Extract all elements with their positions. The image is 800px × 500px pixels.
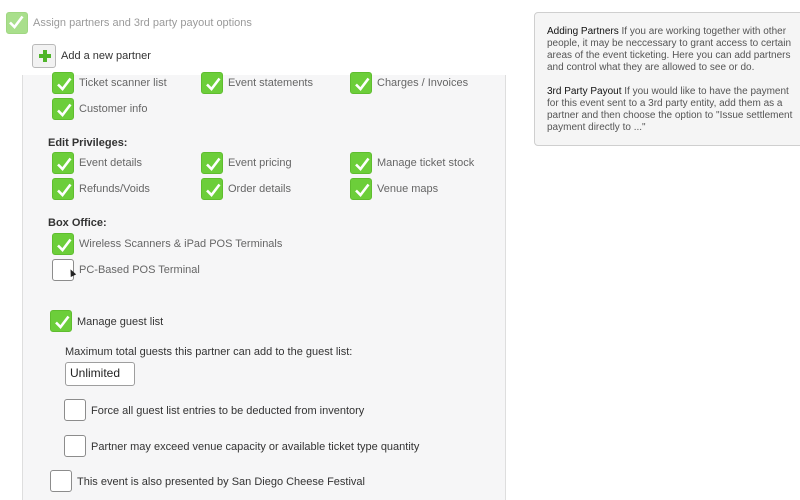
assign-partners-checkbox[interactable] <box>6 12 28 34</box>
add-partner-button[interactable] <box>32 44 56 68</box>
pc-pos-label: PC-Based POS Terminal <box>79 264 200 276</box>
manage-ticket-stock-label: Manage ticket stock <box>377 157 475 169</box>
presented-by-label: This event is also presented by San Dieg… <box>77 476 365 488</box>
manage-ticket-stock-checkbox[interactable] <box>350 152 372 174</box>
adding-partners-title: Adding Partners <box>547 26 619 37</box>
order-details-checkbox[interactable] <box>201 178 223 200</box>
force-deduct-label: Force all guest list entries to be deduc… <box>91 405 365 417</box>
event-details-label: Event details <box>79 157 142 169</box>
refunds-voids-checkbox[interactable] <box>52 178 74 200</box>
force-deduct-checkbox[interactable] <box>64 399 86 421</box>
event-statements-label: Event statements <box>228 77 313 89</box>
max-guests-label: Maximum total guests this partner can ad… <box>65 346 353 358</box>
third-party-payout-info: 3rd Party Payout If you would like to ha… <box>547 86 800 134</box>
venue-maps-label: Venue maps <box>377 183 439 195</box>
ticket-scanner-list-checkbox[interactable] <box>52 72 74 94</box>
venue-maps-checkbox[interactable] <box>350 178 372 200</box>
order-details-label: Order details <box>228 183 291 195</box>
event-details-checkbox[interactable] <box>52 152 74 174</box>
manage-guest-list-label: Manage guest list <box>77 316 164 328</box>
max-guests-input[interactable]: Unlimited <box>65 362 135 386</box>
event-pricing-label: Event pricing <box>228 157 292 169</box>
edit-privileges-heading: Edit Privileges: <box>48 137 128 149</box>
charges-invoices-label: Charges / Invoices <box>377 77 469 89</box>
presented-by-checkbox[interactable] <box>50 470 72 492</box>
event-pricing-checkbox[interactable] <box>201 152 223 174</box>
customer-info-label: Customer info <box>79 103 148 115</box>
adding-partners-info: Adding Partners If you are working toget… <box>547 26 800 74</box>
ticket-scanner-list-label: Ticket scanner list <box>79 77 167 89</box>
refunds-voids-label: Refunds/Voids <box>79 183 150 195</box>
add-partner-label[interactable]: Add a new partner <box>61 50 151 62</box>
third-party-payout-title: 3rd Party Payout <box>547 86 622 97</box>
charges-invoices-checkbox[interactable] <box>350 72 372 94</box>
wireless-scanners-checkbox[interactable] <box>52 233 74 255</box>
customer-info-checkbox[interactable] <box>52 98 74 120</box>
manage-guest-list-checkbox[interactable] <box>50 310 72 332</box>
event-statements-checkbox[interactable] <box>201 72 223 94</box>
exceed-capacity-checkbox[interactable] <box>64 435 86 457</box>
assign-partners-title: Assign partners and 3rd party payout opt… <box>33 17 252 29</box>
exceed-capacity-label: Partner may exceed venue capacity or ava… <box>91 441 420 453</box>
partners-info-panel: Adding Partners If you are working toget… <box>534 12 800 146</box>
wireless-scanners-label: Wireless Scanners & iPad POS Terminals <box>79 238 283 250</box>
box-office-heading: Box Office: <box>48 217 107 229</box>
